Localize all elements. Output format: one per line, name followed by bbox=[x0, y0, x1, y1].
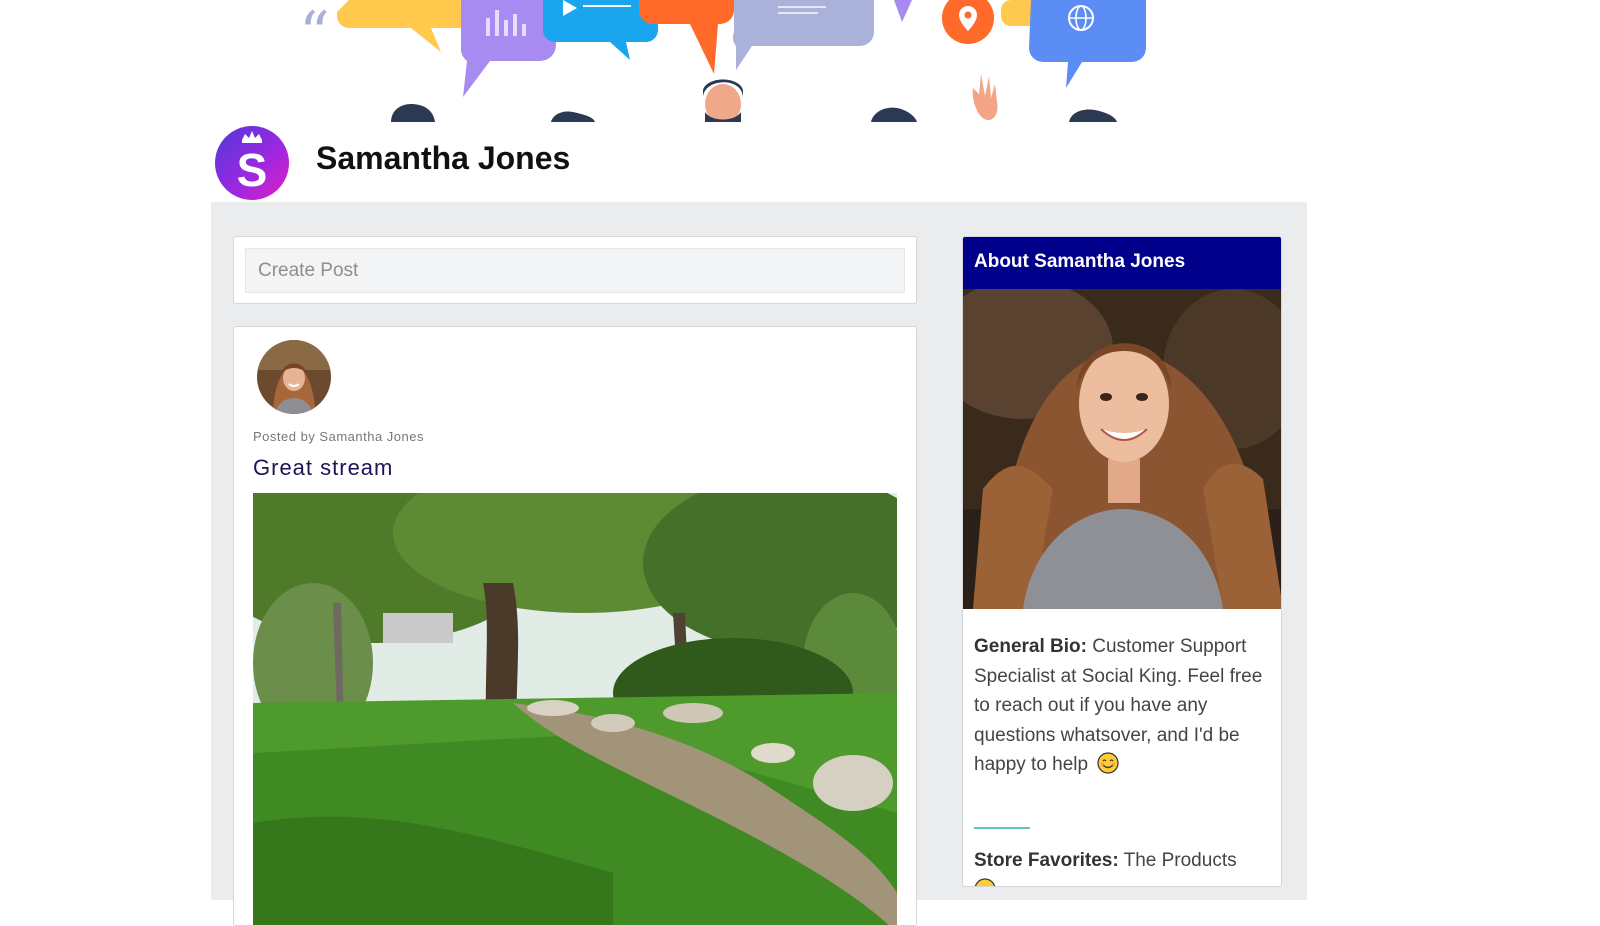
profile-banner: “ bbox=[211, 0, 1307, 122]
relieved-face-emoji-icon bbox=[974, 877, 996, 886]
smiling-face-emoji-icon bbox=[1097, 752, 1119, 774]
store-favorites: Store Favorites: The Products bbox=[974, 846, 1274, 886]
profile-photo[interactable] bbox=[963, 289, 1281, 609]
create-post-box bbox=[233, 236, 917, 304]
svg-text:“: “ bbox=[299, 0, 330, 69]
avatar[interactable] bbox=[257, 340, 331, 414]
svg-text:S: S bbox=[237, 144, 268, 196]
profile-content: Posted by Samantha Jones Great stream bbox=[211, 202, 1307, 926]
post-meta: Posted by Samantha Jones bbox=[253, 429, 424, 444]
favorites-label: Store Favorites: bbox=[974, 850, 1119, 871]
profile-header: S Samantha Jones bbox=[211, 122, 1307, 202]
post-image[interactable] bbox=[253, 493, 897, 925]
logo-s-crown-icon[interactable]: S bbox=[215, 126, 289, 200]
favorites-text: The Products bbox=[1123, 850, 1237, 871]
bio-label: General Bio: bbox=[974, 636, 1087, 657]
create-post-input[interactable] bbox=[245, 248, 905, 293]
general-bio: General Bio: Customer Support Specialist… bbox=[974, 632, 1274, 780]
about-card: About Samantha Jones General Bio: Custom… bbox=[962, 236, 1282, 887]
post-title[interactable]: Great stream bbox=[253, 455, 393, 481]
about-title: About Samantha Jones bbox=[974, 251, 1186, 272]
profile-name: Samantha Jones bbox=[316, 140, 571, 176]
divider bbox=[974, 827, 1030, 829]
post-card: Posted by Samantha Jones Great stream bbox=[233, 326, 917, 926]
about-header: About Samantha Jones bbox=[963, 237, 1281, 289]
